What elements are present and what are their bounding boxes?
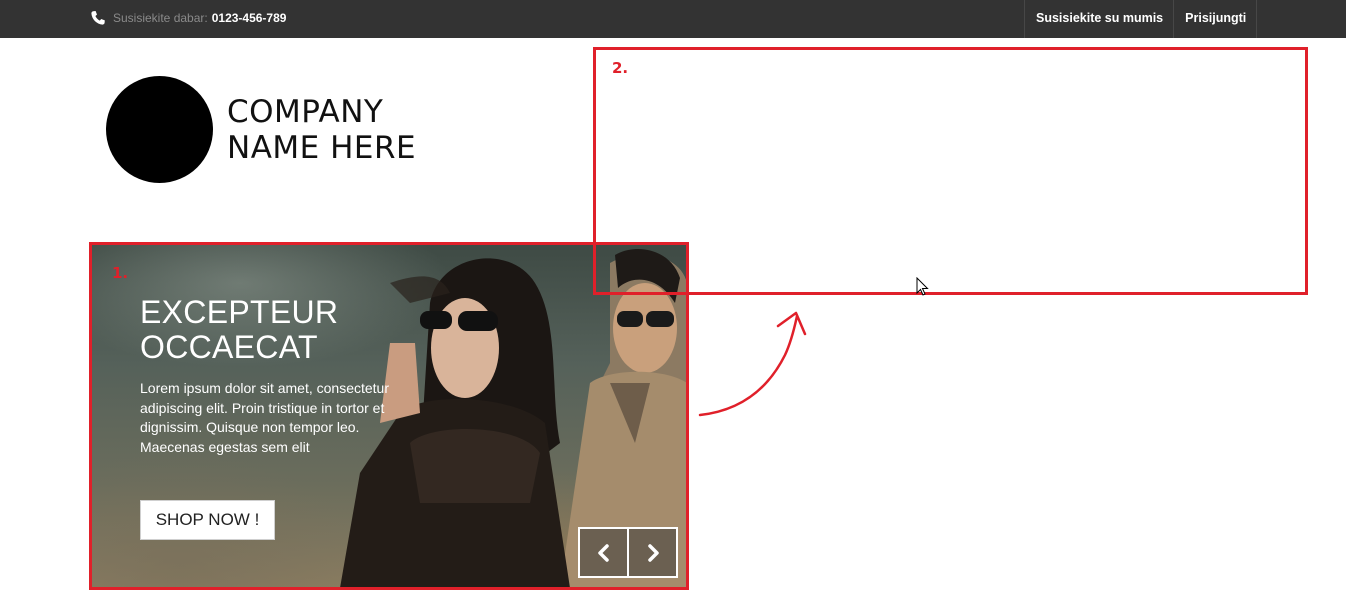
annotation-label-2: 2. — [612, 59, 629, 77]
logo-circle — [106, 76, 213, 183]
mouse-cursor-icon — [916, 277, 929, 296]
slide-title-line-2: OCCAECAT — [140, 329, 318, 365]
company-logo[interactable]: COMPANY NAME HERE — [106, 76, 446, 184]
annotation-box-2 — [593, 47, 1308, 295]
slide-title: EXCEPTEUR OCCAECAT — [140, 295, 400, 365]
logo-line-1: COMPANY — [227, 94, 384, 130]
contact-info: Susisiekite dabar: 0123-456-789 — [90, 8, 286, 28]
hero-slider: EXCEPTEUR OCCAECAT Lorem ipsum dolor sit… — [90, 243, 687, 588]
chevron-left-icon — [597, 543, 609, 562]
slider-next-button[interactable] — [627, 527, 678, 578]
top-links: Susisiekite su mumis Prisijungti — [1024, 0, 1258, 38]
slider-nav — [578, 527, 678, 578]
contact-label: Susisiekite dabar: — [113, 11, 208, 25]
slide-title-line-1: EXCEPTEUR — [140, 294, 339, 330]
top-bar: Susisiekite dabar: 0123-456-789 Susisiek… — [0, 0, 1346, 38]
login-link[interactable]: Prisijungti — [1174, 0, 1258, 38]
phone-number[interactable]: 0123-456-789 — [212, 11, 287, 25]
phone-icon — [91, 11, 105, 25]
shop-now-button[interactable]: SHOP NOW ! — [140, 500, 275, 540]
slide-description: Lorem ipsum dolor sit amet, consectetur … — [140, 380, 389, 455]
slide-caption: EXCEPTEUR OCCAECAT Lorem ipsum dolor sit… — [140, 295, 400, 457]
slider-prev-button[interactable] — [578, 527, 629, 578]
chevron-right-icon — [647, 543, 659, 562]
logo-line-2: NAME HERE — [227, 130, 417, 166]
logo-text: COMPANY NAME HERE — [227, 94, 416, 166]
contact-us-link[interactable]: Susisiekite su mumis — [1025, 0, 1175, 38]
